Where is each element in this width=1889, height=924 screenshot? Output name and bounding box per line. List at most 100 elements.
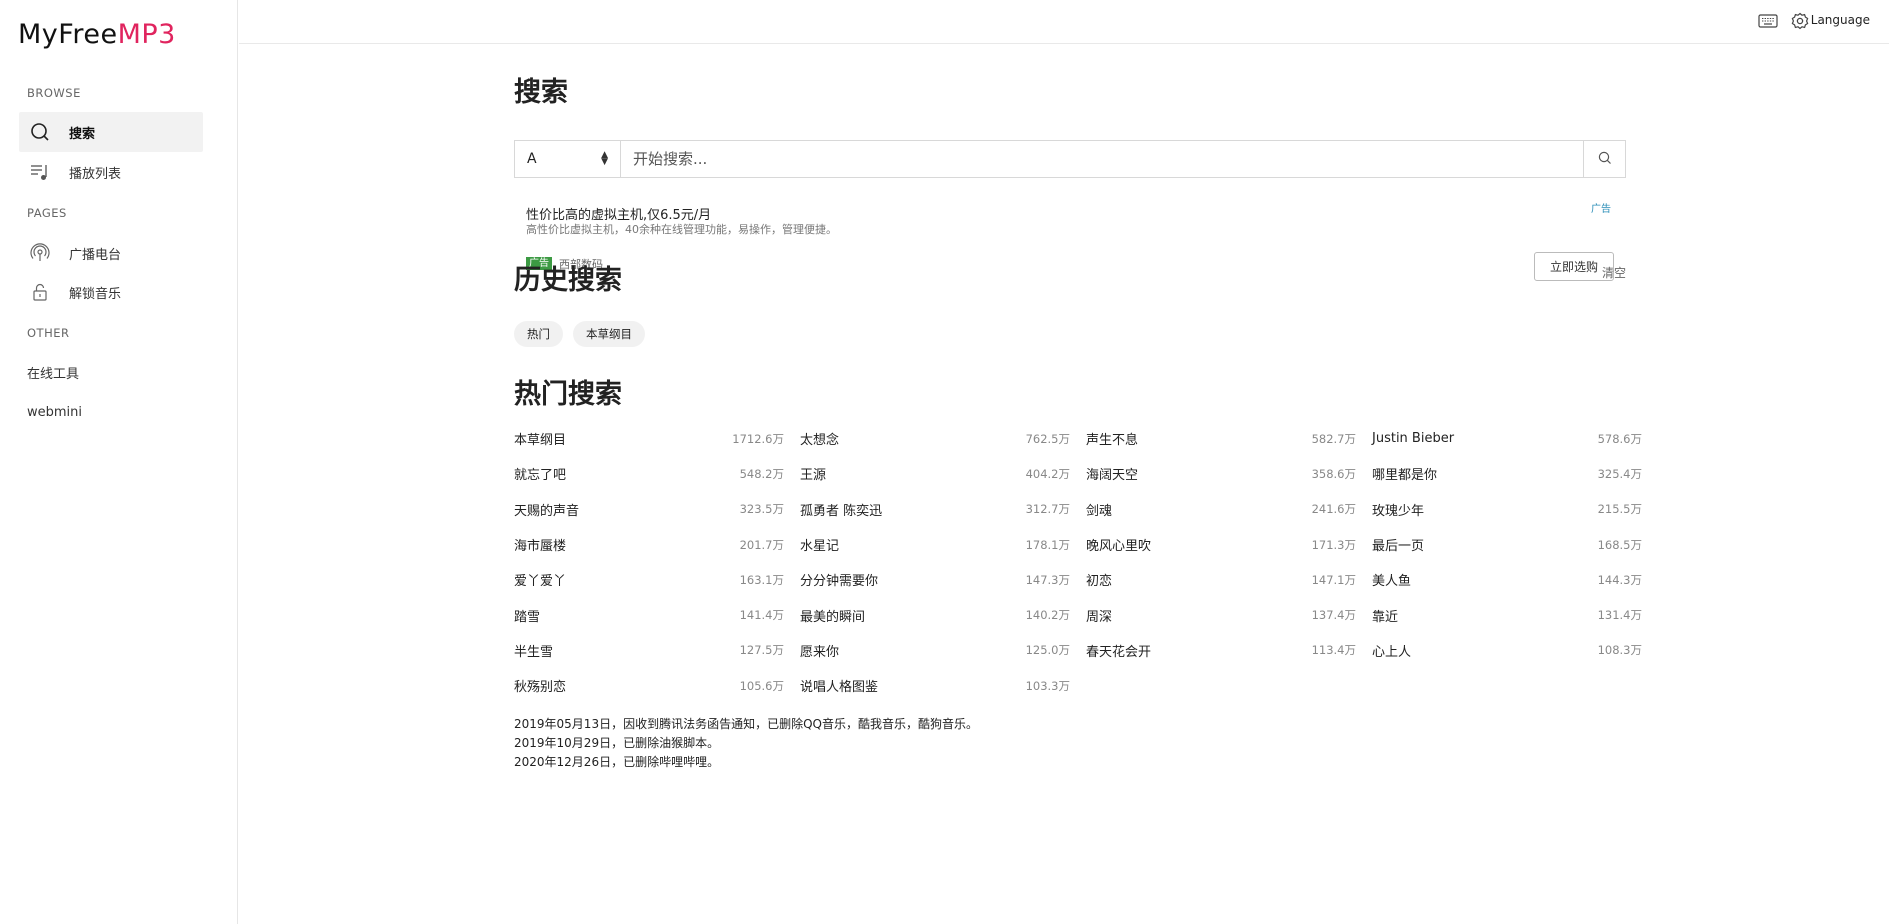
hot-search-count: 113.4万 [1311,643,1356,658]
hot-search-item[interactable]: 天赐的声音 323.5万 [514,492,784,527]
logo[interactable]: MyFreeMP3 [18,19,176,50]
source-select[interactable]: A ▲ ▼ [515,141,621,177]
hot-search-item[interactable]: 初恋 147.1万 [1086,562,1356,597]
sort-arrows-icon: ▲ ▼ [601,150,608,167]
hot-search-count: 108.3万 [1597,643,1642,658]
hot-search-count: 137.4万 [1311,608,1356,623]
hot-search-name: 踏雪 [514,609,541,625]
hot-search-grid: 本草纲目 1712.6万 太想念 762.5万 声生不息 582.7万 Justin Bie… [514,421,1642,703]
hot-search-item[interactable]: 水星记 178.1万 [800,527,1070,562]
hot-search-item[interactable]: 美人鱼 144.3万 [1372,562,1642,597]
keyboard-icon[interactable] [1757,10,1779,32]
sidebar-item-label: 在线工具 [27,366,80,382]
hot-search-item[interactable]: 周深 137.4万 [1086,597,1356,632]
sidebar: MyFreeMP3 BROWSE 搜索 播放列表 PAGES 广播电台 解锁音乐… [0,0,238,924]
hot-search-count: 125.0万 [1025,643,1070,658]
hot-search-item[interactable]: 哪里都是你 325.4万 [1372,456,1642,491]
hot-search-count: 201.7万 [739,537,784,552]
hot-search-item[interactable]: 愿来你 125.0万 [800,633,1070,668]
page-title: 搜索 [514,77,568,108]
hot-search-item[interactable]: 玫瑰少年 215.5万 [1372,492,1642,527]
hot-search-item[interactable]: 王源 404.2万 [800,456,1070,491]
hot-search-item[interactable]: 半生雪 127.5万 [514,633,784,668]
hot-search-name: 美人鱼 [1372,574,1412,590]
sidebar-item-label: 广播电台 [69,247,122,263]
hot-search-name: 初恋 [1086,574,1113,590]
ad-tag: 广告 [1591,204,1611,215]
hot-search-count: 103.3万 [1025,678,1070,693]
hot-search-count: 762.5万 [1025,431,1070,446]
sidebar-item-radio[interactable]: 广播电台 [19,233,203,273]
hot-search-count: 582.7万 [1311,431,1356,446]
history-chip[interactable]: 本草纲目 [573,321,645,347]
hot-search-item[interactable]: 最后一页 168.5万 [1372,527,1642,562]
hot-search-name: 声生不息 [1086,433,1139,449]
hot-search-count: 140.2万 [1025,608,1070,623]
hot-search-name: 孤勇者 陈奕迅 [800,503,883,519]
hot-search-count: 144.3万 [1597,572,1642,587]
hot-search-item[interactable]: 秋殇别恋 105.6万 [514,668,784,703]
hot-search-item[interactable]: 说唱人格图鉴 103.3万 [800,668,1070,703]
hot-search-name: 剑魂 [1086,503,1113,519]
notice-line: 2020年12月26日，已删除哔哩哔哩。 [514,755,720,769]
hot-search-item[interactable]: 剑魂 241.6万 [1086,492,1356,527]
hot-search-item[interactable]: 孤勇者 陈奕迅 312.7万 [800,492,1070,527]
hot-search-name: 爱丫爱丫 [514,574,567,590]
sidebar-item-label: 解锁音乐 [69,286,122,302]
sidebar-item-search[interactable]: 搜索 [19,112,203,152]
hot-search-count: 404.2万 [1025,466,1070,481]
hot-search-item[interactable]: 太想念 762.5万 [800,421,1070,456]
hot-search-count: 358.6万 [1311,466,1356,481]
hot-search-name: 王源 [800,468,827,484]
sidebar-item-label: webmini [27,404,83,420]
hot-search-item[interactable]: 春天花会开 113.4万 [1086,633,1356,668]
hot-search-item[interactable]: 踏雪 141.4万 [514,597,784,632]
hot-title: 热门搜索 [514,379,622,410]
history-title: 历史搜索 [514,265,622,296]
hot-search-item[interactable]: 最美的瞬间 140.2万 [800,597,1070,632]
search-button[interactable] [1583,141,1625,177]
hot-search-item[interactable]: 晚风心里吹 171.3万 [1086,527,1356,562]
sidebar-item-online-tools[interactable]: 在线工具 [19,352,203,392]
notice-line: 2019年05月13日，因收到腾讯法务函告通知，已删除QQ音乐，酷我音乐，酷狗音… [514,717,978,731]
hot-search-count: 168.5万 [1597,537,1642,552]
search-icon [29,121,51,143]
hot-search-name: 靠近 [1372,609,1399,625]
hot-search-item[interactable]: 心上人 108.3万 [1372,633,1642,668]
hot-search-item[interactable]: 分分钟需要你 147.3万 [800,562,1070,597]
hot-search-item[interactable]: 声生不息 582.7万 [1086,421,1356,456]
hot-search-count: 127.5万 [739,643,784,658]
hot-search-item[interactable]: 爱丫爱丫 163.1万 [514,562,784,597]
hot-search-item[interactable]: 本草纲目 1712.6万 [514,421,784,456]
language-button[interactable]: Language [1811,13,1870,27]
hot-search-item[interactable]: 靠近 131.4万 [1372,597,1642,632]
hot-search-item[interactable]: 海市蜃楼 201.7万 [514,527,784,562]
hot-search-name: 最后一页 [1372,539,1425,555]
section-title-browse: BROWSE [27,86,81,100]
hot-search-count: 131.4万 [1597,608,1642,623]
sidebar-item-playlist[interactable]: 播放列表 [19,152,203,192]
hot-search-name: 最美的瞬间 [800,609,866,625]
hot-search-name: 本草纲目 [514,433,567,449]
hot-search-item[interactable]: 就忘了吧 548.2万 [514,456,784,491]
section-title-pages: PAGES [27,206,67,220]
source-select-value: A [527,151,537,167]
hot-search-count: 171.3万 [1311,537,1356,552]
hot-search-name: Justin Bieber [1372,431,1455,447]
hot-search-item[interactable]: Justin Bieber 578.6万 [1372,421,1642,456]
hot-search-name: 秋殇别恋 [514,680,567,696]
hot-search-item[interactable]: 海阔天空 358.6万 [1086,456,1356,491]
clear-history-button[interactable]: 清空 [1602,264,1626,281]
gear-icon[interactable] [1789,10,1811,32]
search-input[interactable] [621,141,1583,177]
hot-search-count: 548.2万 [739,466,784,481]
sidebar-item-unlock[interactable]: 解锁音乐 [19,272,203,312]
hot-search-name: 哪里都是你 [1372,468,1438,484]
sidebar-item-webmini[interactable]: webmini [19,392,203,432]
hot-search-name: 天赐的声音 [514,503,580,519]
history-chip[interactable]: 热门 [514,321,563,347]
ad-block[interactable]: 性价比高的虚拟主机,仅6.5元/月 高性价比虚拟主机，40余种在线管理功能，易操… [514,204,1626,284]
podcast-icon [29,242,51,264]
hot-search-name: 分分钟需要你 [800,574,879,590]
notice-text: 2019年05月13日，因收到腾讯法务函告通知，已删除QQ音乐，酷我音乐，酷狗音… [514,715,978,772]
